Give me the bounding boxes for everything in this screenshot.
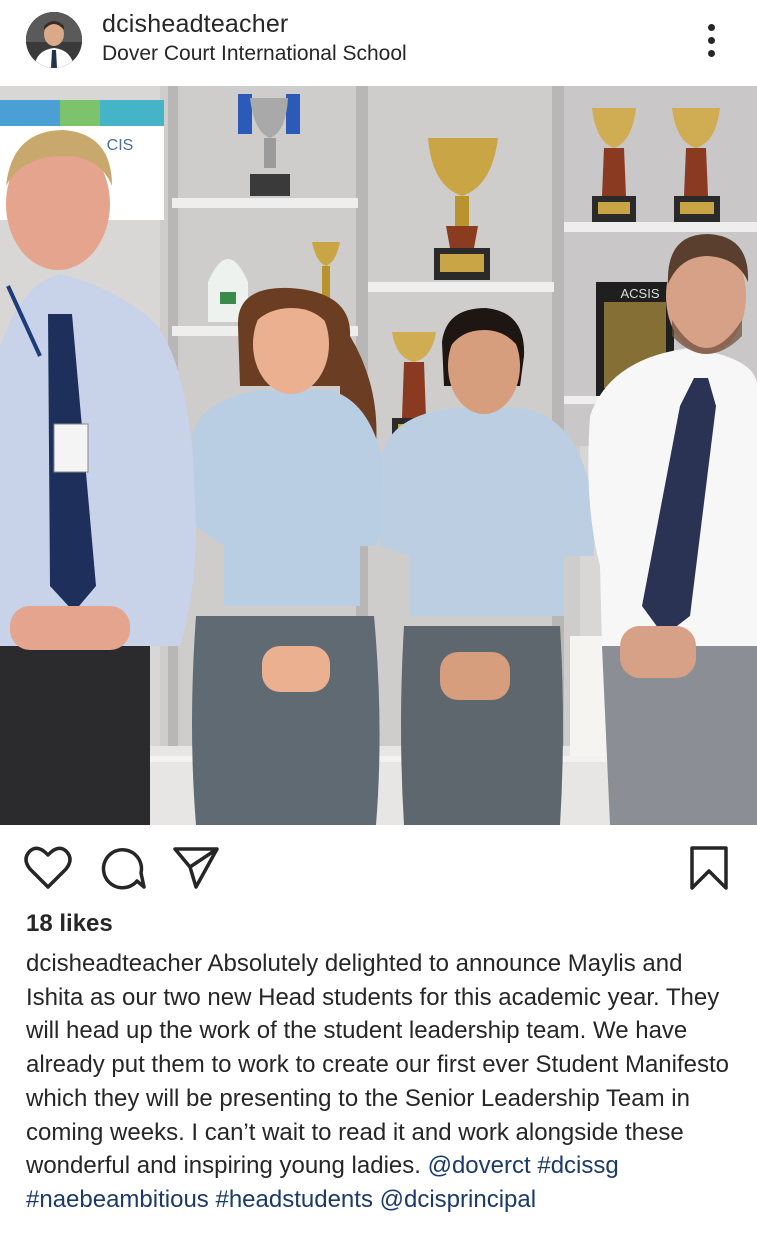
comment-icon[interactable] (100, 845, 146, 896)
post-username[interactable]: dcisheadteacher (102, 10, 288, 39)
heart-icon[interactable] (24, 845, 72, 896)
mention-link[interactable]: @dcisprincipal (380, 1186, 536, 1213)
post-actions (0, 835, 757, 905)
send-icon[interactable] (172, 845, 220, 896)
hashtag-link[interactable]: #headstudents (215, 1186, 372, 1213)
acsis-sign-text: ACSIS (620, 286, 659, 301)
post-photo[interactable]: CIS ACSIS (0, 86, 757, 825)
more-dot (708, 37, 715, 44)
caption-username[interactable]: dcisheadteacher (26, 950, 202, 977)
more-dot (708, 50, 715, 57)
avatar[interactable] (26, 12, 82, 68)
caption-text: Absolutely delighted to announce Maylis … (26, 950, 730, 1180)
hashtag-link[interactable]: #naebeambitious (26, 1186, 209, 1213)
post-location[interactable]: Dover Court International School (102, 42, 407, 66)
hashtag-link[interactable]: #dcissg (537, 1152, 618, 1179)
bookmark-icon[interactable] (688, 845, 730, 896)
more-dot (708, 24, 715, 31)
post-caption: dcisheadteacher Absolutely delighted to … (26, 947, 738, 1217)
hashtag-link[interactable]: @doverct (428, 1152, 531, 1179)
more-vertical-icon[interactable] (700, 20, 724, 60)
cis-sign-text: CIS (107, 137, 134, 154)
post-header: dcisheadteacher Dover Court Internationa… (0, 0, 757, 86)
likes-count[interactable]: 18 likes (26, 910, 113, 938)
